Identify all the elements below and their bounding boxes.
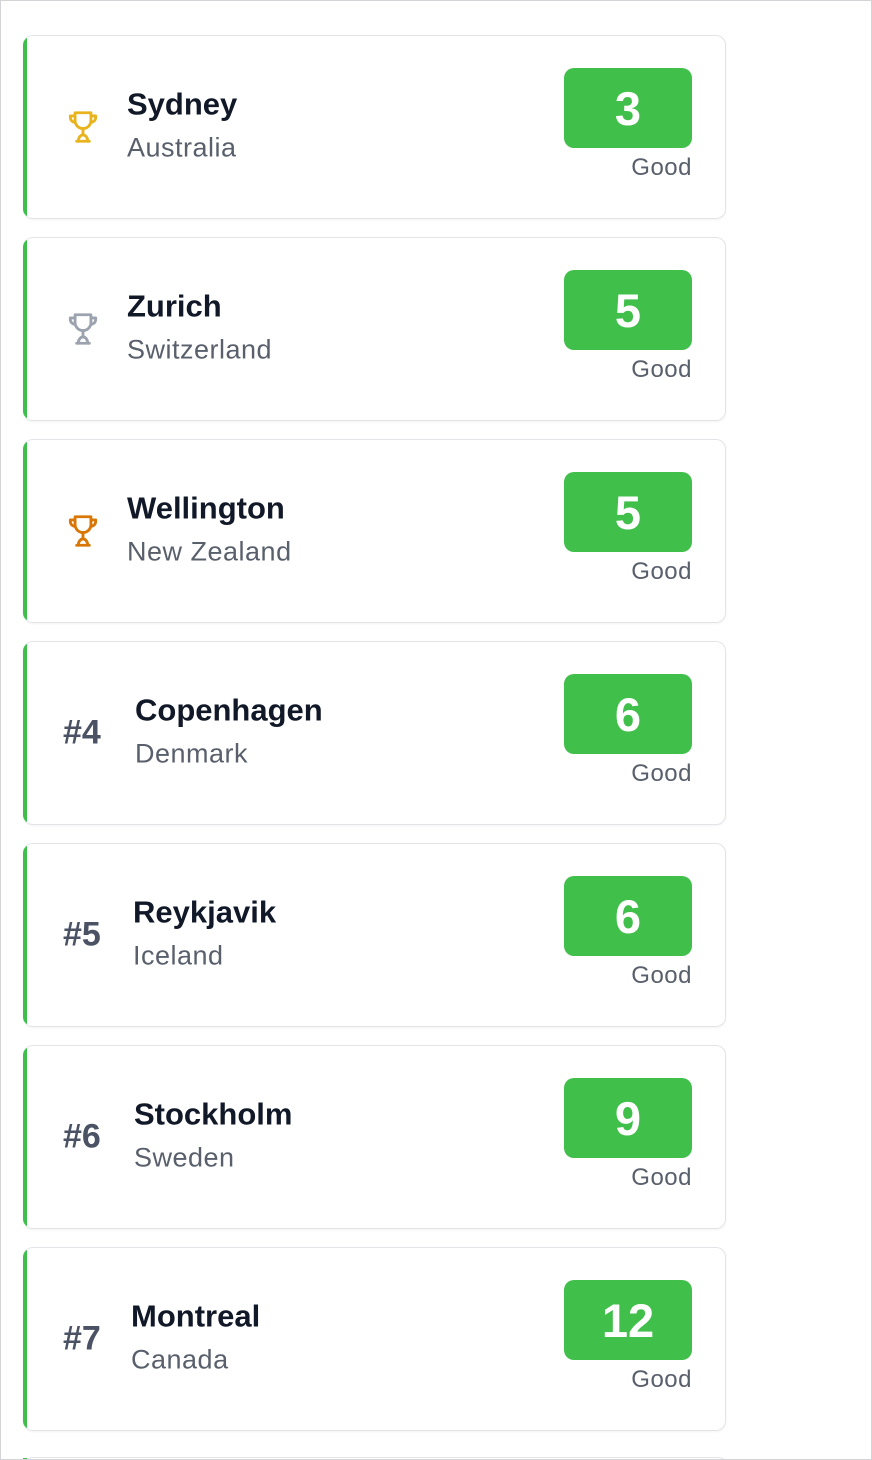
rank-number: #5 (63, 915, 101, 954)
status-label: Good (631, 154, 692, 181)
country-name: Sweden (134, 1142, 235, 1173)
country-name: New Zealand (127, 536, 292, 567)
status-label: Good (631, 1164, 692, 1191)
city-info: Zurich Switzerland (127, 286, 272, 368)
country-name: Australia (127, 132, 237, 163)
city-info: Montreal Canada (131, 1296, 260, 1378)
city-name: Copenhagen (135, 692, 323, 728)
score-badge: 12 (564, 1280, 692, 1360)
status-label: Good (631, 356, 692, 383)
score-badge: 5 (564, 472, 692, 552)
silver-trophy-icon (68, 313, 98, 345)
bronze-trophy-icon (68, 515, 98, 547)
score-badge: 6 (564, 674, 692, 754)
city-info: Wellington New Zealand (127, 488, 292, 570)
rankings-panel: Sydney Australia 3 Good Zurich Switzerla… (0, 0, 872, 1460)
score-badge: 5 (564, 270, 692, 350)
ranking-card[interactable]: Sydney Australia 3 Good (23, 35, 726, 219)
score-badge: 6 (564, 876, 692, 956)
score-badge: 3 (564, 68, 692, 148)
status-label: Good (631, 1366, 692, 1393)
status-label: Good (631, 558, 692, 585)
city-name: Zurich (127, 288, 222, 324)
ranking-card[interactable]: Wellington New Zealand 5 Good (23, 439, 726, 623)
score-badge: 9 (564, 1078, 692, 1158)
ranking-card[interactable]: #5 Reykjavik Iceland 6 Good (23, 843, 726, 1027)
ranking-card[interactable]: Zurich Switzerland 5 Good (23, 237, 726, 421)
rank-number: #4 (63, 713, 101, 752)
city-name: Stockholm (134, 1096, 293, 1132)
city-info: Sydney Australia (127, 84, 237, 166)
ranking-card[interactable]: #6 Stockholm Sweden 9 Good (23, 1045, 726, 1229)
country-name: Canada (131, 1344, 229, 1375)
country-name: Iceland (133, 940, 224, 971)
city-name: Sydney (127, 86, 238, 122)
rank-number: #7 (63, 1319, 101, 1358)
city-info: Reykjavik Iceland (133, 892, 276, 974)
country-name: Switzerland (127, 334, 273, 365)
country-name: Denmark (135, 738, 249, 769)
gold-trophy-icon (68, 111, 98, 143)
city-name: Reykjavik (133, 894, 277, 930)
ranking-card[interactable]: #7 Montreal Canada 12 Good (23, 1247, 726, 1431)
ranking-card[interactable]: #4 Copenhagen Denmark 6 Good (23, 641, 726, 825)
status-label: Good (631, 962, 692, 989)
city-name: Wellington (127, 490, 285, 526)
rank-number: #6 (63, 1117, 101, 1156)
city-ranking-list: Sydney Australia 3 Good Zurich Switzerla… (23, 35, 726, 1449)
city-name: Montreal (131, 1298, 261, 1334)
city-info: Copenhagen Denmark (135, 690, 323, 772)
city-info: Stockholm Sweden (134, 1094, 292, 1176)
status-label: Good (631, 760, 692, 787)
